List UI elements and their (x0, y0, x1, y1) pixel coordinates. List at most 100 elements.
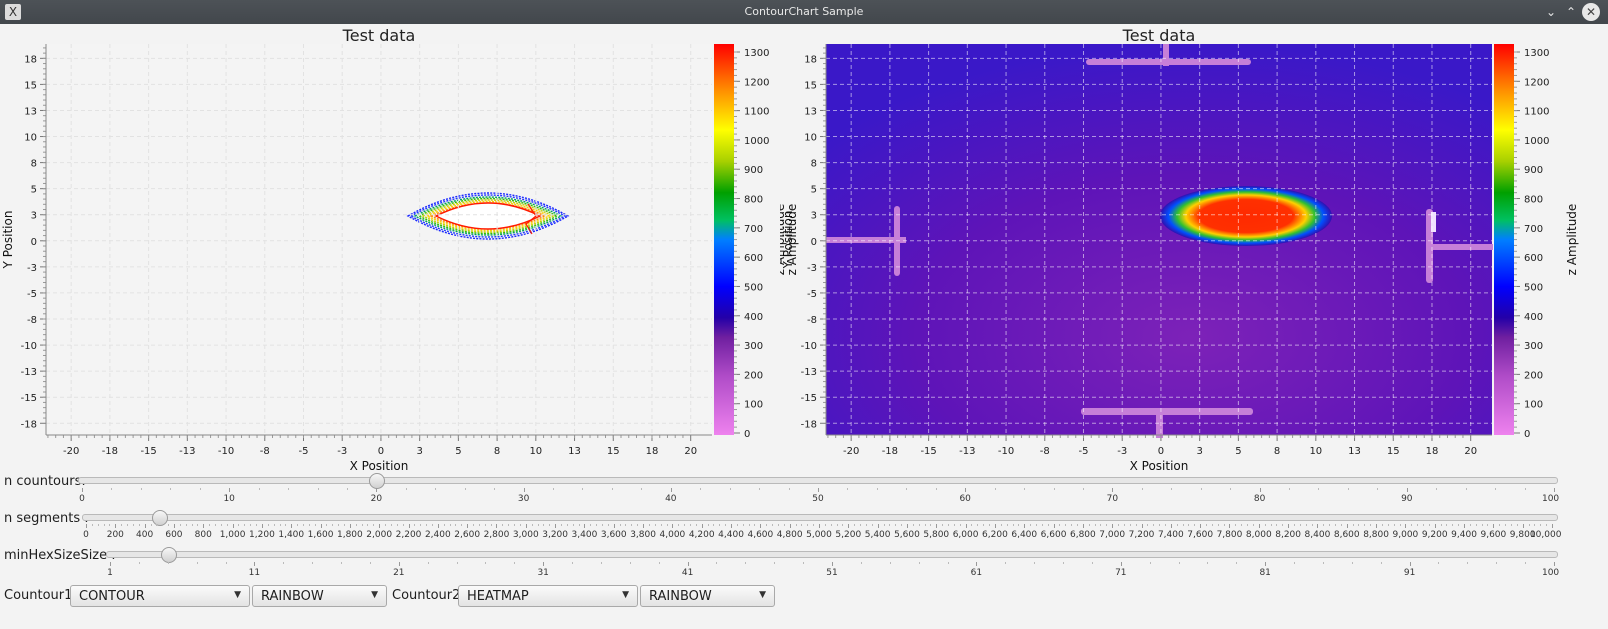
n-contours-slider-thumb[interactable] (369, 473, 386, 489)
slider-minor-tick (953, 524, 955, 526)
slider-tick-label: 1 (107, 568, 113, 578)
slider-tick-label: 31 (537, 568, 549, 578)
slider-tick-label: 100 (1541, 568, 1560, 578)
slider-minor-tick (1528, 524, 1530, 526)
contour2-colormap-combo[interactable]: RAINBOW ▼ (640, 585, 775, 607)
slider-minor-tick (619, 524, 621, 526)
slider-tick (437, 524, 439, 528)
slider-minor-tick (179, 524, 181, 526)
contour1-colormap-combo[interactable]: RAINBOW ▼ (252, 585, 387, 607)
slider-tick (1112, 524, 1114, 528)
slider-minor-tick (1065, 524, 1067, 526)
y-tick-label: -8 (807, 315, 817, 326)
slider-minor-tick (1305, 524, 1307, 526)
slider-tick (1288, 524, 1290, 528)
min-hex-size-slider-thumb[interactable] (161, 547, 178, 563)
slider-tick-label: 20 (370, 494, 383, 504)
maximize-icon[interactable]: ⌃ (1562, 3, 1580, 21)
n-contours-slider[interactable] (78, 477, 1558, 484)
y-tick-label: -18 (21, 419, 37, 430)
slider-tick-label: 91 (1403, 568, 1416, 578)
x-tick-label: 10 (1309, 446, 1322, 457)
slider-minor-tick (748, 524, 750, 526)
slider-minor-tick (942, 524, 944, 526)
slider-tick (523, 488, 525, 492)
slider-minor-tick (519, 524, 521, 526)
slider-tick (1317, 524, 1319, 528)
slider-tick-label: 40 (665, 494, 677, 504)
y-tick-label: 3 (811, 211, 817, 222)
slider-minor-tick (91, 524, 93, 526)
minimize-icon[interactable]: ⌄ (1542, 3, 1560, 21)
slider-tick-label: 9,200 (1421, 530, 1448, 540)
slider-minor-tick (629, 562, 631, 564)
x-axis-label: X Position (350, 459, 409, 473)
slider-minor-tick (716, 562, 718, 564)
chevron-down-icon: ▼ (371, 590, 378, 600)
slider-tick (1493, 524, 1495, 528)
slider-minor-tick (426, 524, 428, 526)
slider-minor-tick (1094, 524, 1096, 526)
slider-minor-tick (308, 524, 310, 526)
heatmap-chart-right[interactable]: -20 -18 -15 -13 -10 -8 -5 -3 0 3 5 8 10 13 15 18 20 18 15 1… (780, 24, 1608, 480)
slider-minor-tick (625, 524, 627, 526)
slider-minor-tick (1496, 562, 1498, 564)
min-hex-size-slider[interactable] (106, 551, 1558, 558)
slider-minor-tick (1469, 524, 1471, 526)
slider-minor-tick (918, 562, 920, 564)
slider-tick (320, 524, 322, 528)
slider-tick (965, 488, 967, 492)
x-tick-label: 3 (1196, 446, 1202, 457)
n-segments-slider[interactable] (82, 514, 1558, 521)
contour2-mode-combo[interactable]: HEATMAP ▼ (458, 585, 638, 607)
slider-minor-tick (402, 524, 404, 526)
slider-tick (86, 524, 87, 528)
slider-tick (525, 524, 527, 528)
slider-tick (496, 524, 498, 528)
slider-minor-tick (1236, 562, 1238, 564)
z-tick-label: 0 (1524, 429, 1530, 440)
slider-minor-tick (390, 524, 392, 526)
slider-minor-tick (111, 488, 113, 490)
slider-minor-tick (1264, 524, 1266, 526)
slider-minor-tick (1024, 488, 1026, 490)
slider-minor-tick (906, 488, 908, 490)
slider-minor-tick (947, 562, 949, 564)
slider-tick-label: 8,600 (1333, 530, 1360, 540)
slider-minor-tick (895, 524, 897, 526)
colorbar (1494, 44, 1514, 435)
slider-tick-label: 400 (136, 530, 154, 540)
slider-minor-tick (1294, 562, 1296, 564)
slider-tick-label: 4,600 (747, 530, 774, 540)
slider-minor-tick (1159, 524, 1161, 526)
slider-tick-label: 7,000 (1099, 530, 1126, 540)
slider-minor-tick (1505, 524, 1507, 526)
slider-tick (1265, 562, 1267, 566)
slider-tick-label: 2,600 (454, 530, 481, 540)
slider-minor-tick (1106, 524, 1108, 526)
slider-tick (672, 524, 674, 528)
y-tick-label: 8 (31, 159, 37, 170)
slider-minor-tick (185, 524, 187, 526)
slider-minor-tick (572, 524, 574, 526)
y-tick-label: -15 (21, 393, 37, 404)
slider-minor-tick (121, 524, 123, 526)
slider-minor-tick (1467, 562, 1469, 564)
x-tick-label: 20 (684, 446, 697, 457)
slider-tick-label: 50 (812, 494, 824, 504)
contour1-mode-combo[interactable]: CONTOUR ▼ (70, 585, 250, 607)
slider-tick-label: 1,200 (249, 530, 275, 540)
slider-tick (819, 524, 820, 528)
slider-tick-label: 200 (106, 530, 124, 540)
colorbar (714, 44, 734, 435)
y-tick-label: 10 (804, 133, 817, 144)
slider-minor-tick (948, 524, 949, 526)
slider-tick (818, 488, 819, 492)
y-tick-label: 5 (31, 185, 37, 196)
slider-tick (229, 488, 231, 492)
contour-chart-left[interactable]: -20 -18 -15 -13 -10 -8 -5 -3 0 3 5 8 10 13 15 18 20 18 15 1… (0, 24, 800, 480)
close-icon[interactable]: ✕ (1582, 3, 1600, 21)
x-tick-label: 8 (1274, 446, 1280, 457)
slider-tick-label: 5,800 (923, 530, 950, 540)
slider-minor-tick (602, 524, 604, 526)
